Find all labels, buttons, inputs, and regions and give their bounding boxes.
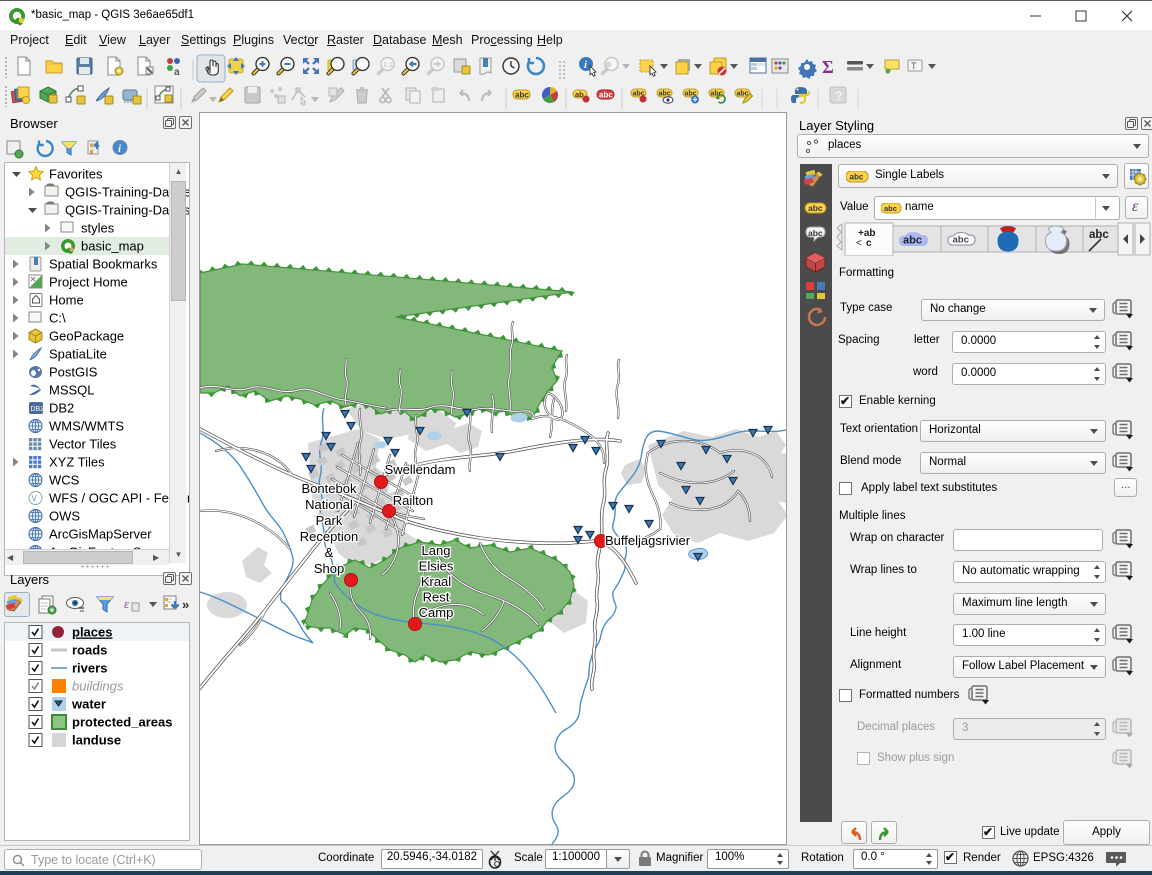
svg-text:abc: abc [903, 235, 922, 247]
svg-text:landuse: landuse [72, 733, 121, 748]
svg-text:Project Home: Project Home [49, 275, 128, 290]
svg-text:abc: abc [599, 91, 613, 100]
svg-text:Swellendam: Swellendam [385, 462, 456, 477]
svg-text:styles: styles [81, 221, 115, 236]
svg-text:V: V [32, 494, 38, 503]
svg-text:Camp: Camp [419, 605, 454, 620]
svg-text:Lang: Lang [422, 543, 451, 558]
svg-text:abc: abc [884, 204, 897, 213]
svg-text:Σ: Σ [822, 57, 834, 77]
svg-text:1:1: 1:1 [383, 62, 393, 69]
svg-text:Kraal: Kraal [421, 574, 451, 589]
svg-text:abc: abc [711, 91, 723, 98]
svg-text:ArcGisMapServer: ArcGisMapServer [49, 527, 152, 542]
svg-text:T: T [911, 61, 917, 71]
svg-text:Park: Park [316, 513, 343, 528]
svg-text:<: < [856, 238, 862, 249]
svg-text:roads: roads [72, 643, 107, 658]
svg-text:C:\: C:\ [49, 311, 66, 326]
svg-text:abc: abc [808, 203, 823, 213]
svg-text:Railton: Railton [393, 493, 433, 508]
svg-text:SpatiaLite: SpatiaLite [49, 347, 107, 362]
svg-text:rivers: rivers [72, 661, 107, 676]
svg-text:places: places [72, 625, 112, 640]
svg-text:a: a [174, 67, 180, 78]
svg-text:Elsies: Elsies [419, 559, 454, 574]
svg-text:Spatial Bookmarks: Spatial Bookmarks [49, 257, 158, 272]
svg-text:OWS: OWS [49, 509, 80, 524]
svg-text:XYZ Tiles: XYZ Tiles [49, 455, 105, 470]
svg-text:water: water [71, 697, 106, 712]
svg-text:WCS: WCS [49, 473, 80, 488]
svg-text:WMS/WMTS: WMS/WMTS [49, 419, 124, 434]
svg-text:PostGIS: PostGIS [49, 365, 98, 380]
svg-text:Home: Home [49, 293, 84, 308]
svg-text:DB2: DB2 [31, 406, 45, 413]
svg-text:Shop: Shop [314, 561, 344, 576]
svg-text:c: c [866, 238, 872, 249]
svg-text:»: » [182, 597, 189, 612]
svg-text:basic_map: basic_map [81, 239, 144, 254]
svg-text:DB2: DB2 [49, 401, 74, 416]
svg-text:?: ? [835, 89, 842, 103]
svg-text:abc: abc [953, 235, 969, 246]
svg-text:Buffeljagsrivier: Buffeljagsrivier [605, 533, 691, 548]
svg-text:abc: abc [1089, 229, 1109, 241]
svg-text:protected_areas: protected_areas [72, 715, 172, 730]
svg-text:Rest: Rest [423, 590, 450, 605]
svg-text:GeoPackage: GeoPackage [49, 329, 124, 344]
svg-text:buildings: buildings [72, 679, 124, 694]
svg-text:Favorites: Favorites [49, 167, 103, 182]
svg-text:abc: abc [808, 228, 823, 238]
svg-text:MSSQL: MSSQL [49, 383, 95, 398]
svg-text:National: National [305, 497, 353, 512]
svg-text:abc: abc [515, 91, 529, 100]
svg-text:abc: abc [850, 173, 864, 182]
svg-text:&: & [325, 545, 334, 560]
svg-text:ε: ε [124, 596, 130, 611]
svg-text:Bontebok: Bontebok [302, 481, 357, 496]
svg-text:Reception: Reception [300, 529, 359, 544]
svg-text:Vector Tiles: Vector Tiles [49, 437, 117, 452]
